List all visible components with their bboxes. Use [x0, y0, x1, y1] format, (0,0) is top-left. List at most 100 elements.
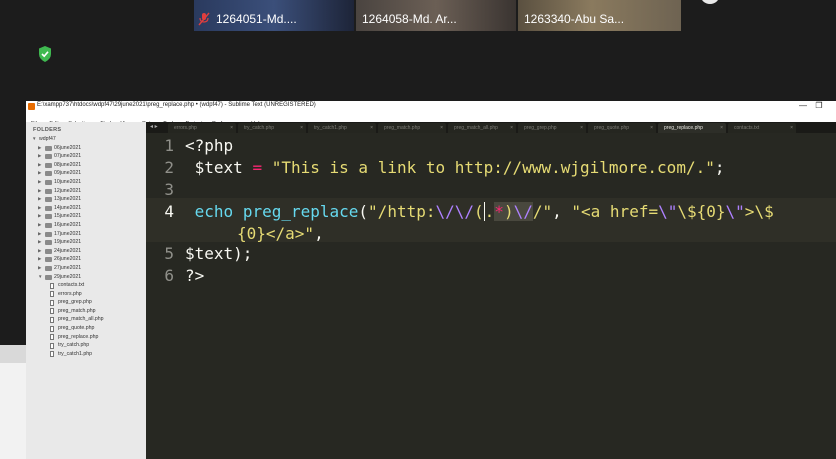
code-token: echo	[194, 202, 234, 221]
collapsed-arrow-icon: ▶	[38, 204, 42, 210]
code-token: ;	[714, 158, 725, 177]
sidebar-folder[interactable]: ▶ 13june2021	[26, 195, 146, 204]
folder-label: 06june2021	[54, 144, 82, 151]
zoom-overflow-button[interactable]	[700, 0, 720, 4]
folder-sidebar: FOLDERS ▼ wdpf47 ▶ 06june2021 ▶ 07june2021 ▶…	[26, 122, 146, 459]
folder-icon	[45, 240, 52, 246]
folder-label: 12june2021	[54, 187, 82, 194]
tab[interactable]: preg_grep.php ×	[518, 123, 586, 133]
tab-label: preg_replace.php	[664, 125, 703, 131]
participant-tile[interactable]: 1264051-Md....	[194, 0, 354, 31]
folder-label: 13june2021	[54, 196, 82, 203]
file-icon	[50, 291, 54, 298]
sidebar-file[interactable]: preg_replace.php	[26, 333, 146, 342]
sidebar-folder[interactable]: ▶ 17june2021	[26, 230, 146, 239]
tab[interactable]: errors.php ×	[168, 123, 236, 133]
code-token: \"	[725, 202, 745, 221]
sidebar-folder[interactable]: ▶ 27june2021	[26, 264, 146, 273]
tab-close-icon[interactable]: ×	[300, 123, 303, 133]
file-icon	[50, 342, 54, 349]
folder-label: 09june2021	[54, 170, 82, 177]
code-token: (	[358, 202, 369, 221]
tab-label: errors.php	[174, 125, 197, 131]
folder-label: 16june2021	[54, 221, 82, 228]
tab[interactable]: try_catch1.php ×	[308, 123, 376, 133]
sidebar-folder[interactable]: ▶ 24june2021	[26, 247, 146, 256]
sidebar-folder[interactable]: ▶ 16june2021	[26, 221, 146, 230]
line-number-current: 4	[164, 202, 174, 221]
sidebar-file[interactable]: preg_match.php	[26, 307, 146, 316]
folder-label: 08june2021	[54, 161, 82, 168]
tab-close-icon[interactable]: ×	[650, 123, 653, 133]
maximize-button[interactable]: ❐	[812, 101, 826, 112]
sidebar-folder[interactable]: ▶ 09june2021	[26, 169, 146, 178]
folder-icon	[45, 231, 52, 237]
sidebar-folder[interactable]: ▶ 15june2021	[26, 212, 146, 221]
file-icon	[50, 351, 54, 358]
tab[interactable]: preg_match.php ×	[378, 123, 446, 133]
sidebar-file[interactable]: try_catch.php	[26, 341, 146, 350]
code-line-1: <?php	[185, 136, 233, 155]
tab-close-icon[interactable]: ×	[720, 123, 723, 133]
sidebar-folder-open[interactable]: ▼ 29june2021	[26, 273, 146, 282]
sidebar-folder[interactable]: ▶ 19june2021	[26, 238, 146, 247]
tab-scroll-arrows[interactable]: ◂ ▸	[150, 122, 158, 133]
collapsed-arrow-icon: ▶	[38, 187, 42, 193]
sidebar-folder[interactable]: ▶ 14june2021	[26, 204, 146, 213]
folder-label: 29june2021	[54, 273, 82, 280]
sidebar-folder[interactable]: ▶ 12june2021	[26, 187, 146, 196]
file-label: errors.php	[58, 290, 82, 297]
tab[interactable]: try_catch.php ×	[238, 123, 306, 133]
sidebar-file[interactable]: preg_quote.php	[26, 324, 146, 333]
line-number: 1	[164, 136, 174, 155]
code-editor[interactable]: 1 2 3 4 5 6 <?php $text = "This is a lin…	[146, 133, 836, 459]
participant-tile-active[interactable]: 1263340-Abu Sa...	[518, 0, 681, 31]
file-label: preg_quote.php	[58, 325, 95, 332]
tab-close-icon[interactable]: ×	[230, 123, 233, 133]
tab[interactable]: preg_quote.php ×	[588, 123, 656, 133]
code-token: "<a href=	[571, 202, 659, 221]
sidebar-folder[interactable]: ▶ 06june2021	[26, 144, 146, 153]
tab-label: preg_match_all.php	[454, 125, 498, 131]
sidebar-folder[interactable]: ▶ 26june2021	[26, 255, 146, 264]
folder-label: 26june2021	[54, 256, 82, 263]
tab-close-icon[interactable]: ×	[580, 123, 583, 133]
tab-close-icon[interactable]: ×	[790, 123, 793, 133]
muted-mic-icon	[198, 12, 210, 26]
tab-active[interactable]: preg_replace.php ×	[658, 123, 726, 133]
code-line-5: $text);	[185, 244, 252, 263]
folder-open-icon	[45, 274, 52, 280]
tab-close-icon[interactable]: ×	[510, 123, 513, 133]
tab-label: try_catch.php	[244, 125, 275, 131]
sidebar-file[interactable]: preg_grep.php	[26, 298, 146, 307]
code-line-4-wrapped: {0}</a>",	[237, 224, 324, 243]
tab[interactable]: preg_match_all.php ×	[448, 123, 516, 133]
folder-icon	[45, 145, 52, 151]
sidebar-file[interactable]: try_catch1.php	[26, 350, 146, 359]
collapsed-arrow-icon: ▶	[38, 153, 42, 159]
sidebar-file[interactable]: errors.php	[26, 290, 146, 299]
sidebar-folder[interactable]: ▶ 10june2021	[26, 178, 146, 187]
folder-icon	[45, 248, 52, 254]
sidebar-file[interactable]: contacts.txt	[26, 281, 146, 290]
sidebar-folder[interactable]: ▶ 08june2021	[26, 161, 146, 170]
participant-tile[interactable]: 1264058-Md. Ar...	[356, 0, 516, 31]
code-token: \$	[754, 202, 774, 221]
tree-root-label: wdpf47	[39, 136, 56, 142]
collapsed-arrow-icon: ▶	[38, 178, 42, 184]
tab-close-icon[interactable]: ×	[370, 123, 373, 133]
minimize-button[interactable]: —	[796, 101, 810, 112]
tab[interactable]: contacts.txt ×	[728, 123, 796, 133]
tree-root[interactable]: ▼ wdpf47	[26, 135, 146, 144]
tab-close-icon[interactable]: ×	[440, 123, 443, 133]
sidebar-file[interactable]: preg_match_all.php	[26, 315, 146, 324]
code-token-selected: )	[503, 202, 514, 221]
folder-icon	[45, 214, 52, 220]
collapsed-arrow-icon: ▶	[38, 170, 42, 176]
code-token: "/http:	[368, 202, 436, 221]
shield-check-icon	[39, 46, 51, 62]
sidebar-folder[interactable]: ▶ 07june2021	[26, 152, 146, 161]
collapsed-arrow-icon: ▶	[38, 213, 42, 219]
line-number: 3	[164, 180, 174, 199]
collapsed-arrow-icon: ▶	[38, 144, 42, 150]
